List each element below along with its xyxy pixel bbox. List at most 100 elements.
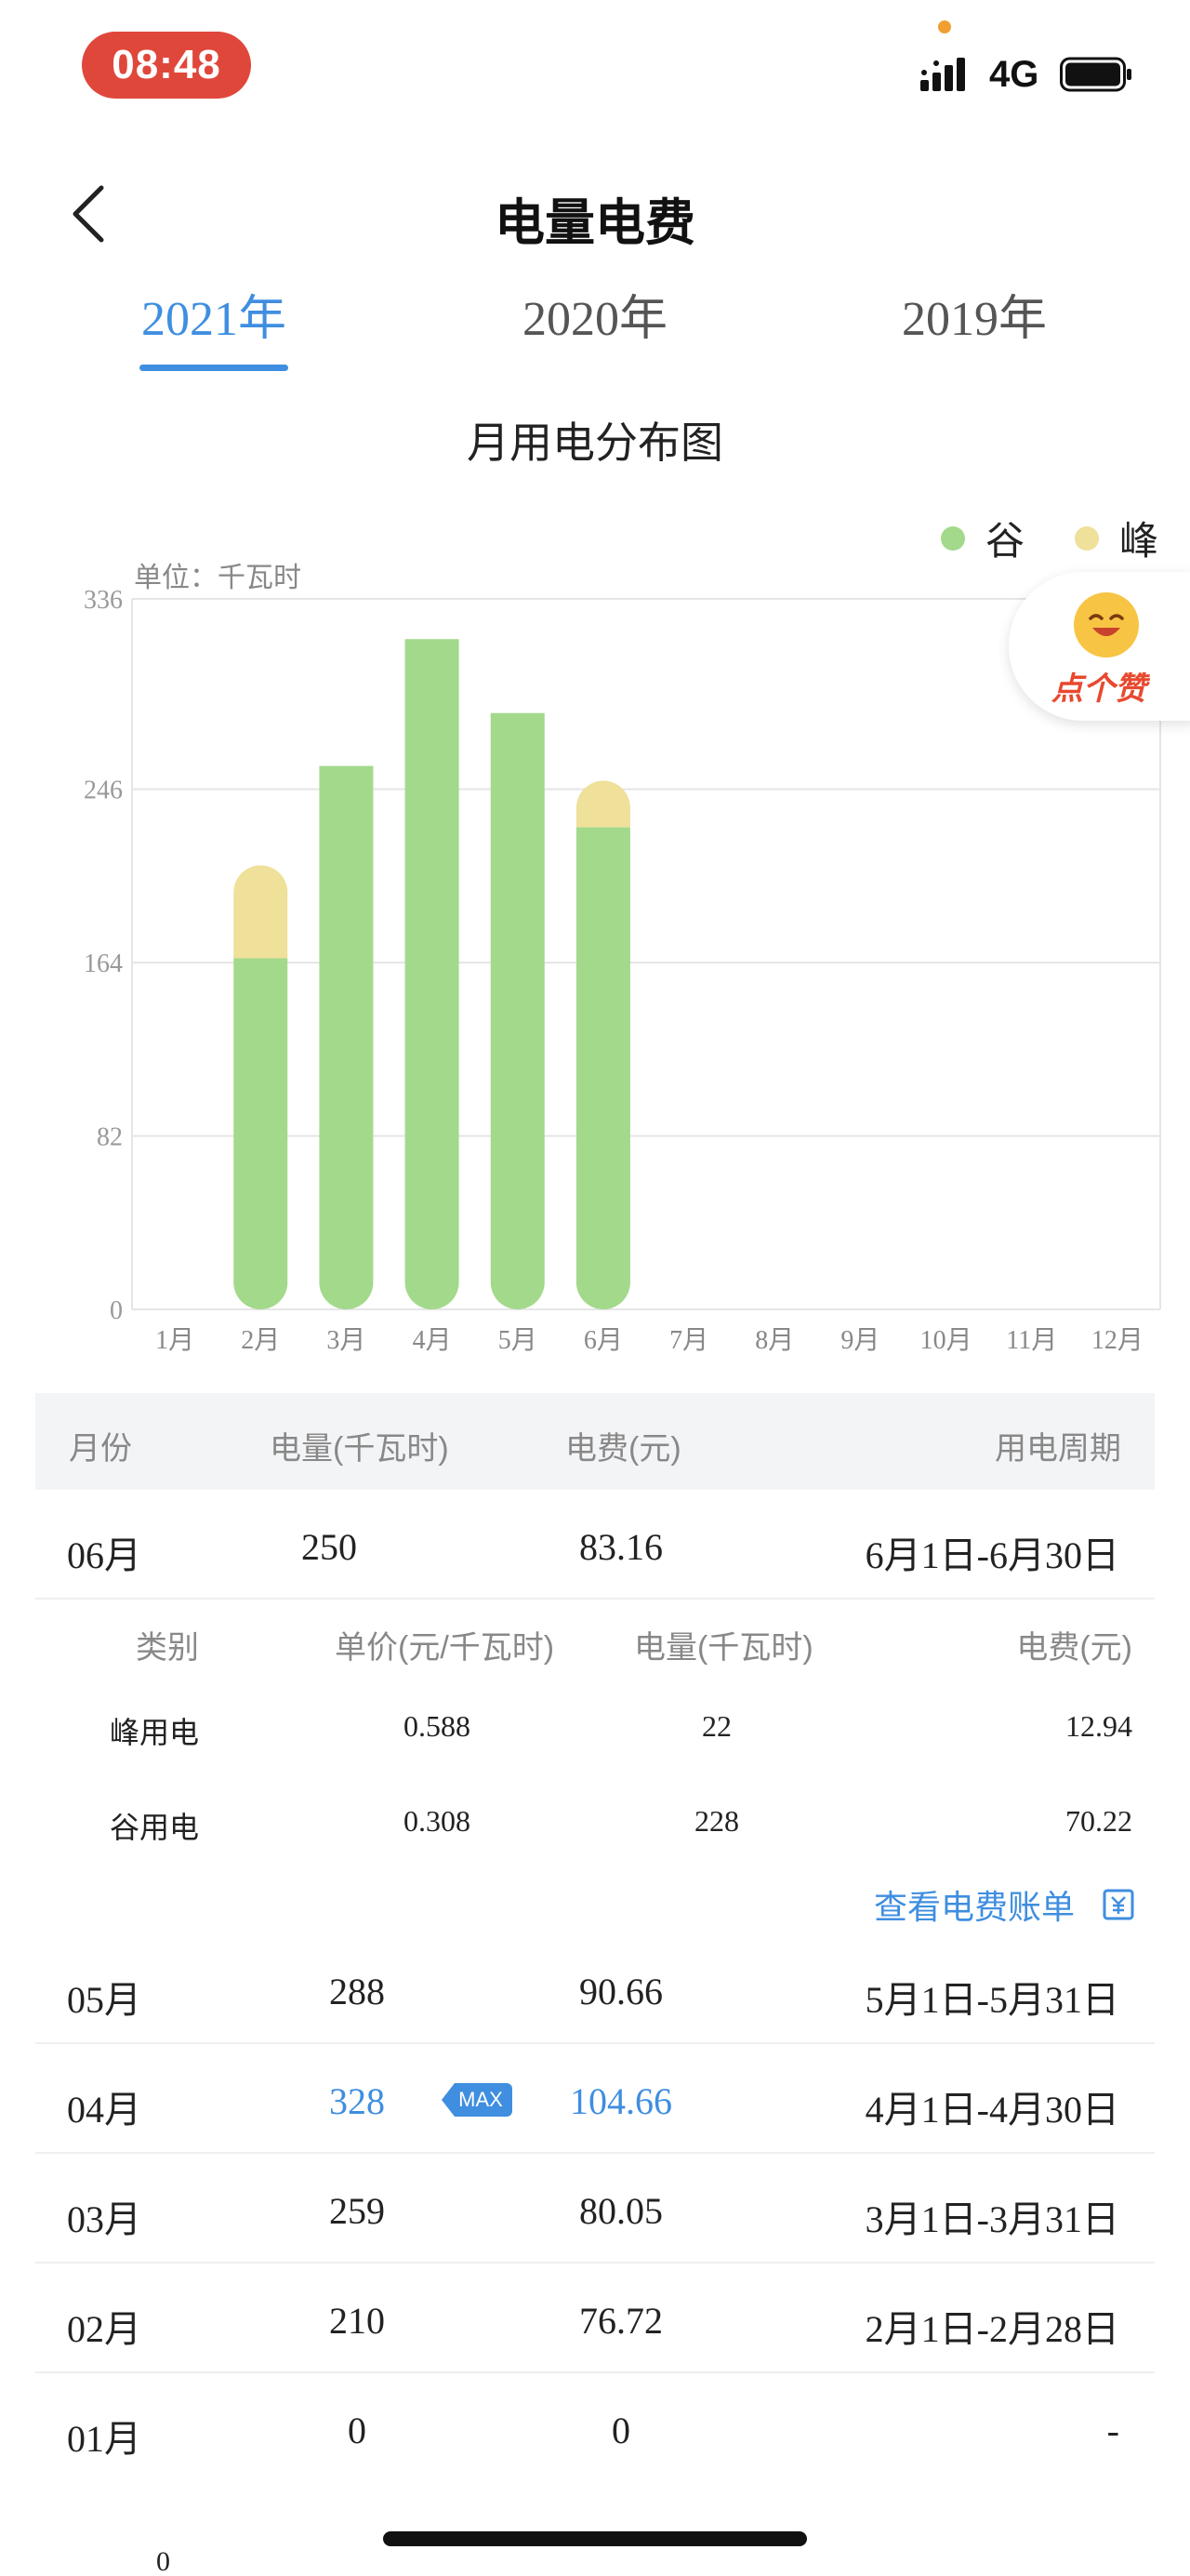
bottom-fragment: 0	[156, 2546, 170, 2576]
chart-title: 月用电分布图	[467, 418, 723, 467]
legend-label-peak: 峰	[1118, 519, 1158, 563]
detail-header-price: 单价(元/千瓦时)	[335, 1630, 555, 1666]
battery-icon	[1060, 57, 1131, 92]
legend-item-valley: 谷	[940, 510, 1025, 566]
active-tab-indicator	[139, 365, 288, 371]
detail-fee: 12.94	[1065, 1709, 1132, 1743]
detail-price: 0.308	[403, 1804, 470, 1838]
x-tick-label: 3月	[326, 1326, 365, 1355]
header-period: 用电周期	[995, 1431, 1121, 1467]
row-fee: 83.16	[579, 1526, 663, 1568]
header-month: 月份	[69, 1431, 132, 1467]
status-time: 08:48	[82, 32, 251, 99]
row-period: 4月1日-4月30日	[865, 2089, 1119, 2131]
row-fee: 0	[612, 2410, 630, 2451]
view-bill-link[interactable]: 查看电费账单	[874, 1880, 1134, 1929]
bill-icon	[1103, 1889, 1134, 1920]
bar-valley	[233, 958, 288, 1309]
page-title: 电量电费	[495, 195, 695, 251]
row-fee: 90.66	[579, 1971, 663, 2012]
y-tick-label: 246	[84, 777, 123, 805]
monthly-usage-chart: 0 82 164 246 336 1月 2月 3月 4月 5月 6月 7月 8月 9月 10月 11月 12月	[84, 586, 1161, 1355]
x-tick-label: 7月	[669, 1326, 708, 1355]
row-fee: 104.66	[570, 2080, 672, 2122]
like-button[interactable]: 点个赞	[1009, 572, 1190, 721]
view-bill-label: 查看电费账单	[874, 1888, 1076, 1926]
x-tick-label: 8月	[755, 1326, 794, 1355]
tab-2019[interactable]: 2019年	[835, 279, 1114, 349]
table-row-expanded[interactable]: 06月 250 83.16 6月1日-6月30日	[35, 1490, 1155, 1600]
y-tick-label: 336	[84, 586, 123, 615]
table-row-may[interactable]: 05月 288 90.66 5月1日-5月31日	[35, 1934, 1155, 2044]
detail-header-energy: 电量(千瓦时)	[634, 1630, 813, 1666]
detail-header-fee: 电费(元)	[1016, 1630, 1132, 1666]
home-indicator[interactable]	[383, 2531, 807, 2546]
detail-type: 峰用电	[110, 1716, 200, 1749]
x-tick-label: 9月	[840, 1326, 879, 1355]
y-tick-label: 0	[110, 1296, 123, 1325]
row-fee: 76.72	[579, 2300, 663, 2342]
x-tick-label: 5月	[498, 1326, 537, 1355]
x-tick-label: 4月	[413, 1326, 452, 1355]
row-energy: 210	[329, 2300, 385, 2342]
legend-item-peak: 峰	[1074, 510, 1158, 566]
x-tick-label: 6月	[584, 1326, 623, 1355]
row-energy: 288	[329, 1971, 385, 2012]
header-energy: 电量(千瓦时)	[270, 1431, 449, 1467]
detail-energy: 22	[702, 1709, 732, 1743]
detail-fee: 70.22	[1065, 1804, 1132, 1838]
row-month: 01月	[67, 2418, 141, 2460]
row-energy: 328	[329, 2080, 385, 2122]
mic-indicator	[938, 20, 951, 33]
x-tick-label: 12月	[1091, 1326, 1144, 1355]
row-period: 5月1日-5月31日	[865, 1979, 1119, 2021]
x-tick-label: 10月	[920, 1326, 972, 1355]
x-tick-label: 2月	[241, 1326, 280, 1355]
smile-face-icon	[1074, 592, 1139, 657]
row-period: 2月1日-2月28日	[865, 2308, 1119, 2350]
tab-2021[interactable]: 2021年	[74, 279, 353, 349]
legend-dot-peak	[1074, 525, 1099, 551]
detail-price: 0.588	[403, 1709, 470, 1743]
row-energy: 259	[329, 2190, 385, 2232]
bar-valley	[575, 827, 630, 1309]
row-fee: 80.05	[579, 2190, 663, 2232]
chart-legend: 谷 峰	[907, 510, 1158, 566]
status-bar: 08:48 4G	[0, 0, 1190, 139]
detail-energy: 228	[694, 1804, 739, 1838]
x-tick-label: 1月	[155, 1326, 194, 1355]
max-badge: MAX	[442, 2083, 512, 2117]
bar-valley	[490, 712, 545, 1309]
legend-label-valley: 谷	[985, 519, 1025, 563]
row-period: -	[1106, 2410, 1119, 2451]
table-row-march[interactable]: 03月 259 80.05 3月1日-3月31日	[35, 2154, 1155, 2264]
bar-valley	[404, 639, 459, 1309]
row-month: 03月	[67, 2198, 141, 2240]
row-month: 04月	[67, 2089, 141, 2131]
y-tick-label: 164	[84, 949, 123, 978]
like-label: 点个赞	[1051, 671, 1146, 707]
header-fee: 电费(元)	[565, 1431, 681, 1467]
row-month: 02月	[67, 2308, 141, 2350]
bar-peak	[233, 865, 288, 959]
legend-dot-valley	[940, 525, 965, 551]
row-period: 3月1日-3月31日	[865, 2198, 1119, 2240]
x-tick-label: 11月	[1006, 1326, 1057, 1355]
row-energy: 0	[348, 2410, 366, 2451]
table-row-january[interactable]: 01月 0 0 -	[35, 2373, 1155, 2483]
signal-icon	[920, 58, 965, 91]
y-tick-label: 82	[97, 1123, 123, 1152]
table-header: 月份 电量(千瓦时) 电费(元) 用电周期	[35, 1393, 1155, 1490]
detail-type: 谷用电	[110, 1811, 200, 1844]
bar-peak	[575, 780, 630, 828]
row-energy: 250	[301, 1526, 357, 1568]
row-month: 06月	[67, 1534, 141, 1576]
table-row-april[interactable]: 04月 328 104.66 4月1日-4月30日	[35, 2044, 1155, 2154]
row-period: 6月1日-6月30日	[865, 1534, 1119, 1576]
tab-2020[interactable]: 2020年	[456, 279, 734, 349]
table-row-february[interactable]: 02月 210 76.72 2月1日-2月28日	[35, 2264, 1155, 2373]
detail-header-type: 类别	[136, 1630, 199, 1666]
row-month: 05月	[67, 1979, 141, 2021]
network-type: 4G	[989, 54, 1039, 95]
bar-valley	[319, 765, 374, 1309]
